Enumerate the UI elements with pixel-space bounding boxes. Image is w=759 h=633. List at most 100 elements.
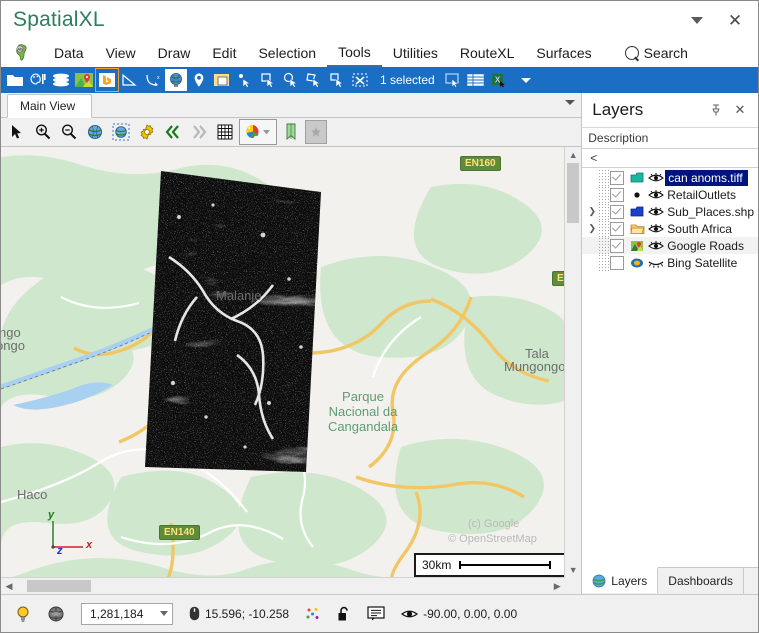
layer-row-sub-places[interactable]: ❯ Sub_Places.shp [582, 203, 758, 220]
lightbulb-button[interactable] [7, 601, 39, 627]
expand-chevron-icon[interactable]: ❯ [586, 206, 598, 217]
tabstrip-overflow-icon[interactable] [565, 100, 576, 105]
location-pin-icon[interactable] [188, 69, 210, 91]
open-folder-icon[interactable] [4, 69, 26, 91]
map-pin-image-icon[interactable] [73, 69, 95, 91]
scale-bar-line [459, 561, 552, 569]
layer-checkbox[interactable] [610, 187, 625, 202]
annotation-button[interactable] [359, 601, 393, 627]
visibility-hidden-icon[interactable] [646, 257, 665, 268]
status-bar: 1,281,184 15.596; -10.258 -90.00, 0.00, … [1, 594, 758, 632]
globe-icon[interactable] [165, 69, 187, 91]
select-point-icon[interactable] [234, 69, 256, 91]
select-shape-icon[interactable] [326, 69, 348, 91]
zoom-full-extent-icon[interactable] [83, 120, 107, 144]
attribute-table-icon[interactable] [465, 69, 487, 91]
layer-checkbox[interactable] [610, 238, 625, 253]
select-rectangle-icon[interactable] [257, 69, 279, 91]
next-extent-icon[interactable] [187, 120, 211, 144]
tab-layers[interactable]: Layers [582, 567, 659, 593]
render-button[interactable] [39, 601, 73, 627]
layer-checkbox[interactable] [610, 170, 625, 185]
visibility-eye-icon[interactable] [646, 172, 665, 183]
africa-logo-icon[interactable]: AB [1, 40, 43, 66]
select-polygon-icon[interactable] [303, 69, 325, 91]
zoom-layer-extent-icon[interactable] [109, 120, 133, 144]
layer-checkbox[interactable] [610, 255, 625, 270]
scroll-up-icon[interactable]: ▲ [565, 147, 581, 163]
tab-main-view[interactable]: Main View [7, 94, 93, 118]
vertical-scroll-thumb[interactable] [567, 163, 580, 223]
horizontal-scroll-thumb[interactable] [27, 580, 91, 592]
menu-item-edit[interactable]: Edit [201, 40, 247, 67]
layer-name: can anoms.tiff [665, 169, 748, 186]
bing-maps-icon[interactable] [95, 68, 119, 92]
chevron-down-icon[interactable] [160, 611, 168, 616]
visibility-eye-icon[interactable] [646, 189, 665, 200]
layer-row-retailoutlets[interactable]: RetailOutlets [582, 186, 758, 203]
layer-row-can-anoms[interactable]: can anoms.tiff [582, 169, 758, 186]
previous-extent-icon[interactable] [161, 120, 185, 144]
menu-item-tools[interactable]: Tools [327, 40, 382, 67]
close-button[interactable]: ✕ [716, 4, 754, 36]
layers-tree[interactable]: can anoms.tiff RetailOutlets ❯ Sub_Place… [582, 168, 758, 567]
lock-button[interactable] [329, 601, 359, 627]
menu-item-draw[interactable]: Draw [147, 40, 202, 67]
zoom-out-icon[interactable] [57, 120, 81, 144]
raster-teal-icon [628, 172, 646, 184]
scroll-left-icon[interactable]: ◀ [1, 578, 17, 594]
visibility-eye-icon[interactable] [646, 240, 665, 251]
color-palette-icon[interactable] [239, 119, 277, 145]
legend-window-icon[interactable] [211, 69, 233, 91]
map-viewport[interactable]: Malanje ngo ongo Tala Mungongo Haco Muss… [1, 147, 582, 594]
menu-item-view[interactable]: View [95, 40, 147, 67]
scale-combobox[interactable]: 1,281,184 [81, 602, 173, 625]
snap-button[interactable] [297, 601, 329, 627]
menu-item-selection[interactable]: Selection [247, 40, 327, 67]
layer-row-google-roads[interactable]: Google Roads [582, 237, 758, 254]
scale-selector[interactable]: 1,281,184 [73, 601, 181, 627]
select-circle-icon[interactable] [280, 69, 302, 91]
scroll-right-icon[interactable]: ▶ [549, 578, 565, 594]
scroll-down-icon[interactable]: ▼ [565, 562, 581, 578]
pointer-arrow-icon[interactable] [5, 120, 29, 144]
menu-item-routexl[interactable]: RouteXL [449, 40, 525, 67]
clear-selection-icon[interactable] [349, 69, 371, 91]
map-vertical-scrollbar[interactable]: ▲ ▼ [564, 147, 582, 578]
expand-chevron-icon[interactable]: ❯ [586, 223, 598, 234]
menu-item-surfaces[interactable]: Surfaces [525, 40, 602, 67]
favorite-star-icon[interactable] [305, 120, 327, 144]
menu-item-utilities[interactable]: Utilities [382, 40, 449, 67]
menu-search[interactable]: Search [621, 43, 688, 63]
visibility-eye-icon[interactable] [646, 206, 665, 217]
map-horizontal-scrollbar[interactable]: ◀ ▶ [1, 577, 566, 594]
layers-stack-icon[interactable] [50, 69, 72, 91]
palette-settings-icon[interactable] [27, 69, 49, 91]
grid-icon[interactable] [213, 120, 237, 144]
menu-item-data[interactable]: Data [43, 40, 95, 67]
visibility-eye-icon[interactable] [646, 223, 665, 234]
scale-bar: 30km [414, 553, 566, 577]
road-shield-en160: EN160 [460, 156, 501, 171]
pin-icon[interactable] [704, 98, 728, 122]
tab-dashboards[interactable]: Dashboards [658, 568, 745, 594]
bookmark-icon[interactable] [279, 120, 303, 144]
layer-checkbox[interactable] [610, 204, 625, 219]
measure-angle-icon[interactable] [119, 69, 141, 91]
zoom-in-icon[interactable] [31, 120, 55, 144]
close-icon[interactable]: ✕ [728, 98, 752, 122]
layer-row-south-africa[interactable]: ❯ South Africa [582, 220, 758, 237]
new-selection-window-icon[interactable] [442, 69, 464, 91]
svg-text:AB: AB [17, 47, 23, 52]
toolbar-overflow-icon[interactable] [520, 77, 531, 83]
map-canvas[interactable]: Malanje ngo ongo Tala Mungongo Haco Muss… [1, 147, 566, 578]
layer-checkbox[interactable] [610, 221, 625, 236]
settings-gear-icon[interactable] [135, 120, 159, 144]
export-excel-icon[interactable]: X [488, 69, 510, 91]
minimize-button[interactable] [678, 4, 716, 36]
measure-curve-icon[interactable]: x [142, 69, 164, 91]
layer-row-bing-satellite[interactable]: Bing Satellite [582, 254, 758, 271]
scale-bar-label: 30km [422, 558, 452, 572]
layers-collapse-row[interactable]: < [582, 149, 758, 168]
layers-description-header: Description [582, 128, 758, 149]
